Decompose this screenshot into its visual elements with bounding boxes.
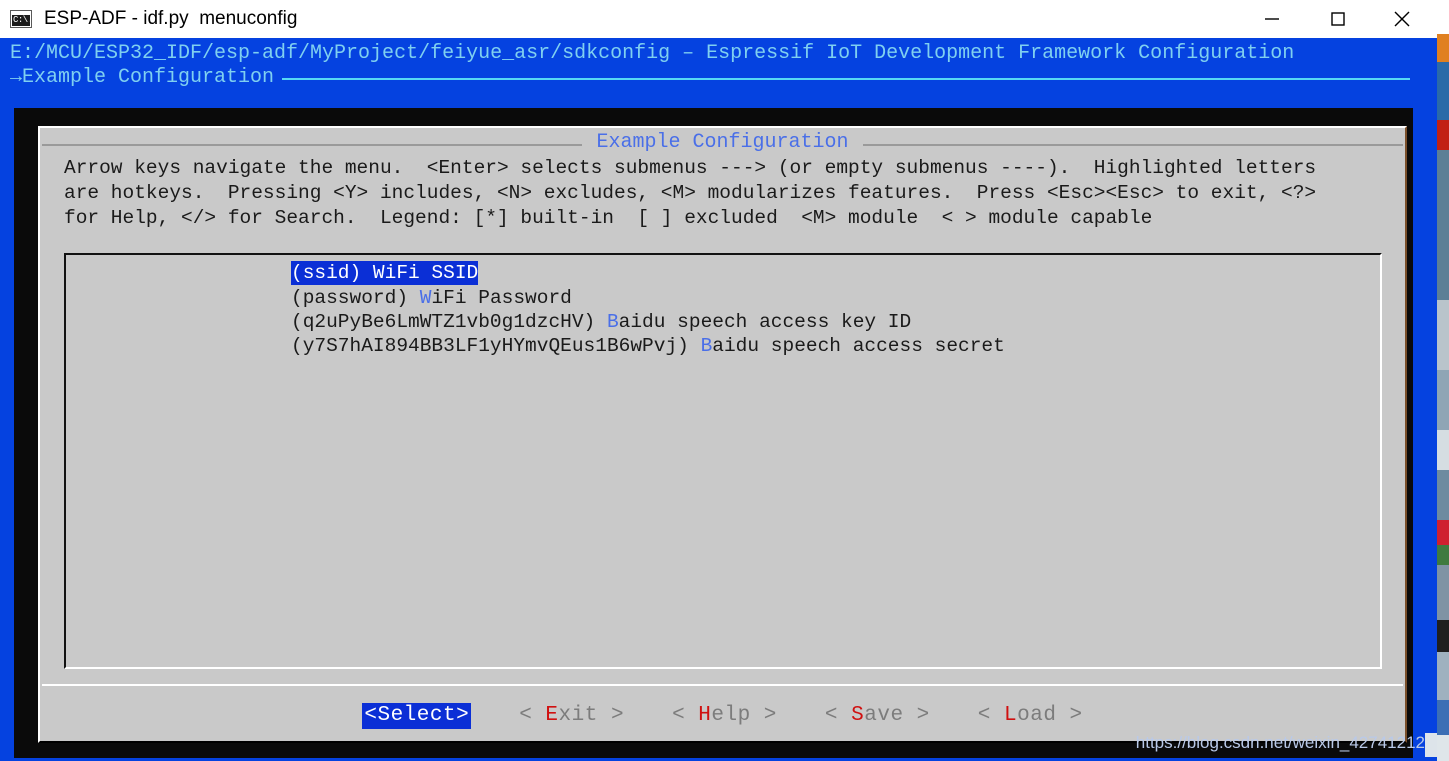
button-bracket-right: > bbox=[597, 704, 625, 727]
dialog-title-row: Example Configuration bbox=[40, 130, 1405, 156]
dialog-title: Example Configuration bbox=[596, 131, 849, 154]
button-hotkey: L bbox=[1004, 704, 1018, 727]
menu-item[interactable]: (password) WiFi Password bbox=[291, 286, 1005, 310]
menu-item-value: (password) bbox=[291, 286, 420, 309]
button-label: elect bbox=[390, 704, 457, 727]
menu-item-line: (y7S7hAI894BB3LF1yHYmvQEus1B6wPvj) Baidu… bbox=[291, 334, 1005, 358]
window-title-bar[interactable]: ESP-ADF - idf.py menuconfig bbox=[0, 0, 1437, 38]
console-body: E:/MCU/ESP32_IDF/esp-adf/MyProject/feiyu… bbox=[0, 38, 1437, 761]
button-label: oad bbox=[1017, 704, 1057, 727]
menuconfig-dialog: Example Configuration Arrow keys navigat… bbox=[38, 126, 1407, 743]
menu-item-label: aidu speech access secret bbox=[712, 334, 1005, 357]
dialog-title-rule-left bbox=[42, 143, 583, 146]
minimize-icon bbox=[1265, 18, 1279, 20]
minimize-button[interactable] bbox=[1249, 0, 1295, 38]
button-hotkey: E bbox=[545, 704, 559, 727]
menu-item-line: (q2uPyBe6LmWTZ1vb0g1dzcHV) Baidu speech … bbox=[291, 310, 1005, 334]
menu-item-line: (ssid) WiFi SSID bbox=[291, 261, 1005, 286]
close-button[interactable] bbox=[1379, 0, 1425, 38]
maximize-button[interactable] bbox=[1315, 0, 1361, 38]
desktop-background-sliver bbox=[1437, 0, 1449, 761]
menu-item-list: (ssid) WiFi SSID (password) WiFi Password… bbox=[291, 261, 1005, 358]
dialog-button-select[interactable]: <Select> bbox=[362, 703, 472, 729]
menu-item-label: iFi Password bbox=[431, 286, 572, 309]
button-bracket-right: > bbox=[1056, 704, 1083, 727]
menu-breadcrumb: →Example Configuration bbox=[10, 66, 1411, 90]
menu-list-box[interactable]: (ssid) WiFi SSID (password) WiFi Password… bbox=[64, 253, 1382, 669]
button-bracket-right: > bbox=[750, 704, 777, 727]
button-bracket-right: > bbox=[456, 704, 470, 727]
window-title: ESP-ADF - idf.py menuconfig bbox=[44, 8, 298, 29]
button-bracket-left: < bbox=[977, 704, 1004, 727]
maximize-icon bbox=[1331, 12, 1345, 26]
dialog-button-exit[interactable]: < Exit > bbox=[519, 704, 624, 728]
button-bracket-left: < bbox=[824, 704, 852, 727]
scrollbar-nub[interactable] bbox=[1425, 733, 1437, 757]
button-bar-separator bbox=[42, 684, 1403, 686]
button-hotkey: S bbox=[377, 704, 391, 727]
menu-item-value: (ssid) bbox=[291, 262, 373, 284]
menu-item[interactable]: (y7S7hAI894BB3LF1yHYmvQEus1B6wPvj) Baidu… bbox=[291, 334, 1005, 358]
console-icon bbox=[10, 10, 33, 28]
button-bracket-left: < bbox=[672, 704, 699, 727]
button-label: elp bbox=[711, 704, 751, 727]
button-bracket-right: > bbox=[903, 704, 930, 727]
sdkconfig-path-line: E:/MCU/ESP32_IDF/esp-adf/MyProject/feiyu… bbox=[10, 42, 1295, 65]
dialog-button-bar: <Select> < Exit > < Help > < Save > < Load > bbox=[40, 694, 1405, 738]
menu-item-hotkey: B bbox=[606, 310, 619, 333]
close-icon bbox=[1394, 11, 1410, 27]
button-bracket-left: < bbox=[364, 704, 378, 727]
button-hotkey: H bbox=[698, 704, 712, 727]
button-label: xit bbox=[558, 704, 598, 727]
menu-item-label: iFi SSID bbox=[384, 262, 479, 284]
menu-item[interactable]: (ssid) WiFi SSID bbox=[291, 261, 479, 285]
menu-item-line: (password) WiFi Password bbox=[291, 286, 1005, 310]
button-hotkey: S bbox=[851, 704, 865, 727]
button-bracket-left: < bbox=[519, 704, 546, 727]
dialog-button-save[interactable]: < Save > bbox=[825, 704, 930, 728]
dialog-button-load[interactable]: < Load > bbox=[978, 704, 1083, 728]
menu-item-hotkey: W bbox=[419, 286, 432, 309]
dialog-title-rule-right bbox=[862, 143, 1404, 146]
watermark-text: https://blog.csdn.net/weixin_42741212 bbox=[1135, 733, 1425, 752]
breadcrumb-label: →Example Configuration bbox=[10, 66, 275, 89]
menu-item-hotkey: W bbox=[372, 262, 385, 284]
menu-list-inner: (ssid) WiFi SSID (password) WiFi Password… bbox=[66, 255, 1380, 667]
menu-item-hotkey: B bbox=[700, 334, 713, 357]
button-label: ave bbox=[864, 704, 904, 727]
console-window: ESP-ADF - idf.py menuconfig E:/MCU/ESP32… bbox=[0, 0, 1437, 761]
menu-item[interactable]: (q2uPyBe6LmWTZ1vb0g1dzcHV) Baidu speech … bbox=[291, 310, 1005, 334]
menu-item-label: aidu speech access key ID bbox=[618, 310, 912, 333]
menu-item-value: (y7S7hAI894BB3LF1yHYmvQEus1B6wPvj) bbox=[291, 334, 701, 357]
menu-item-value: (q2uPyBe6LmWTZ1vb0g1dzcHV) bbox=[291, 310, 607, 333]
dialog-button-help[interactable]: < Help > bbox=[672, 704, 777, 728]
dialog-help-text: Arrow keys navigate the menu. <Enter> se… bbox=[64, 157, 1317, 229]
breadcrumb-rule bbox=[282, 78, 1411, 80]
